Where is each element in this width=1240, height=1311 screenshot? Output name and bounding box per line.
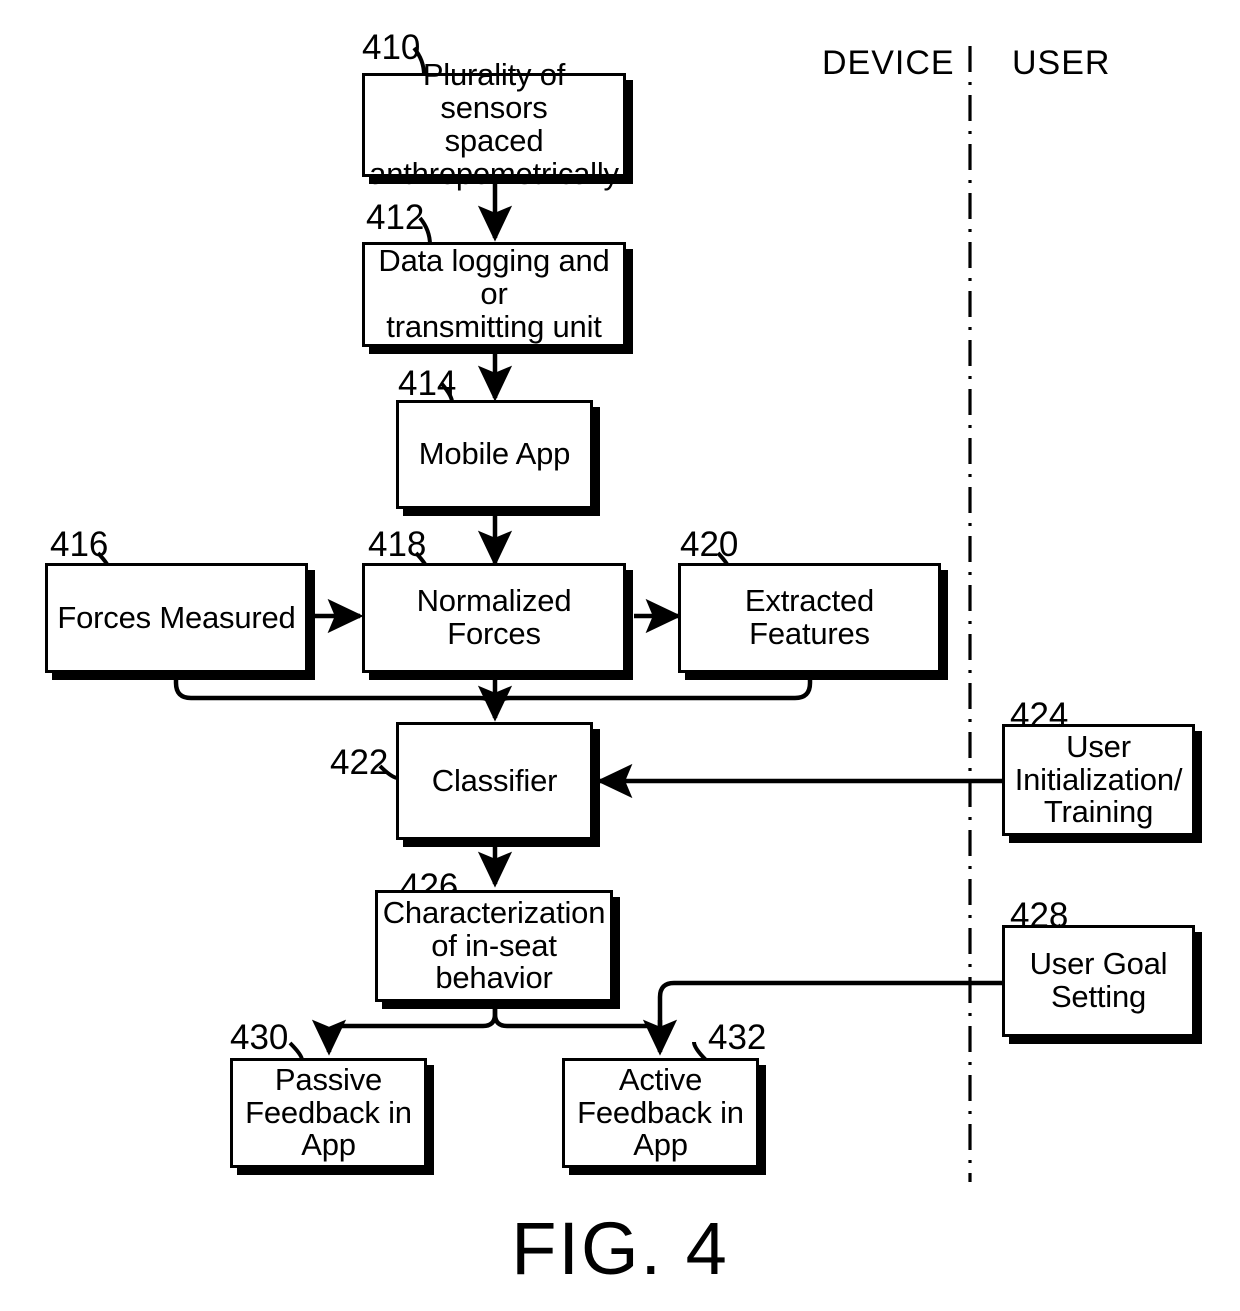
ref-422: 422 <box>330 743 389 782</box>
node-passive-feedback-in-app[interactable]: Passive Feedback in App <box>230 1058 427 1168</box>
figure-caption: FIG. 4 <box>511 1207 729 1290</box>
node-plurality-of-sensors[interactable]: Plurality of sensors spaced anthropometr… <box>362 58 626 190</box>
ref-414: 414 <box>398 364 457 403</box>
node-user-goal-setting-label: User Goal Setting <box>1029 946 1168 1014</box>
node-normalized-forces[interactable]: Normalized Forces <box>362 563 626 673</box>
node-data-logging-unit-label: Data logging and or transmitting unit <box>378 243 610 344</box>
node-extracted-features-label: Extracted Features <box>744 583 875 651</box>
ref-430: 430 <box>230 1018 289 1057</box>
lane-title-user: USER <box>1012 44 1111 82</box>
node-mobile-app[interactable]: Mobile App <box>396 400 593 509</box>
node-mobile-app-label: Mobile App <box>418 436 571 472</box>
node-normalized-forces-label: Normalized Forces <box>416 583 572 651</box>
edge-426-432-split <box>492 1006 663 1046</box>
node-classifier[interactable]: Classifier <box>396 722 593 840</box>
node-user-initialization-training-label: User Initialization/ Training <box>1014 728 1183 830</box>
edge-416-422-merge <box>173 676 498 716</box>
lane-title-device: DEVICE <box>822 44 955 82</box>
node-forces-measured-label: Forces Measured <box>57 599 296 635</box>
node-active-feedback-in-app-label: Active Feedback in App <box>577 1061 744 1163</box>
ref-412: 412 <box>366 198 425 237</box>
edge-420-422-merge <box>492 676 813 716</box>
ref-420: 420 <box>680 525 739 564</box>
ref-416: 416 <box>50 525 109 564</box>
node-user-goal-setting[interactable]: User Goal Setting <box>1002 925 1195 1037</box>
node-data-logging-unit[interactable]: Data logging and or transmitting unit <box>362 242 626 347</box>
edge-426-430-split <box>326 1006 498 1046</box>
node-extracted-features[interactable]: Extracted Features <box>678 563 941 673</box>
ref-432: 432 <box>708 1018 767 1057</box>
node-characterization-in-seat-behavior[interactable]: Characterization of in-seat behavior <box>375 890 613 1002</box>
patent-figure: DEVICE USER 410 412 414 416 418 420 422 … <box>0 0 1240 1311</box>
node-classifier-label: Classifier <box>431 762 558 798</box>
ref-418: 418 <box>368 525 427 564</box>
node-passive-feedback-in-app-label: Passive Feedback in App <box>245 1061 412 1163</box>
node-user-initialization-training[interactable]: User Initialization/ Training <box>1002 724 1195 836</box>
node-forces-measured[interactable]: Forces Measured <box>45 563 308 673</box>
node-characterization-in-seat-behavior-label: Characterization of in-seat behavior <box>382 894 606 996</box>
node-plurality-of-sensors-label: Plurality of sensors spaced anthropometr… <box>369 57 619 191</box>
node-active-feedback-in-app[interactable]: Active Feedback in App <box>562 1058 759 1168</box>
